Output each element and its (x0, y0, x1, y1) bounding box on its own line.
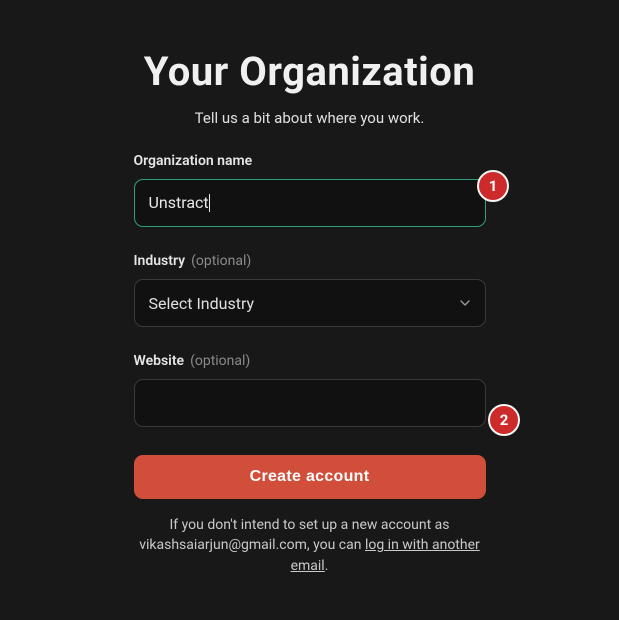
org-name-value: Unstract (149, 180, 209, 226)
industry-placeholder: Select Industry (149, 294, 255, 313)
industry-select[interactable]: Select Industry (134, 279, 486, 327)
industry-field: Industry (optional) Select Industry (134, 253, 486, 327)
text-caret (209, 194, 210, 212)
industry-label: Industry (134, 253, 186, 269)
help-suffix: . (325, 558, 329, 574)
page-title: Your Organization (134, 48, 486, 95)
org-name-label: Organization name (134, 153, 253, 169)
help-middle: , you can (307, 537, 365, 553)
industry-optional: (optional) (191, 253, 251, 269)
page-subtitle: Tell us a bit about where you work. (134, 109, 486, 127)
chevron-down-icon (459, 297, 471, 309)
create-account-button[interactable]: Create account (134, 455, 486, 499)
org-name-field: Organization name Unstract (134, 153, 486, 227)
website-label: Website (134, 353, 185, 369)
website-optional: (optional) (190, 353, 250, 369)
help-text: If you don't intend to set up a new acco… (134, 515, 486, 576)
org-name-input[interactable]: Unstract (134, 179, 486, 227)
help-email: vikashsaiarjun@gmail.com (139, 537, 307, 553)
website-input[interactable] (134, 379, 486, 427)
help-prefix: If you don't intend to set up a new acco… (170, 517, 450, 533)
annotation-badge-2: 2 (488, 404, 520, 436)
website-field: Website (optional) (134, 353, 486, 427)
